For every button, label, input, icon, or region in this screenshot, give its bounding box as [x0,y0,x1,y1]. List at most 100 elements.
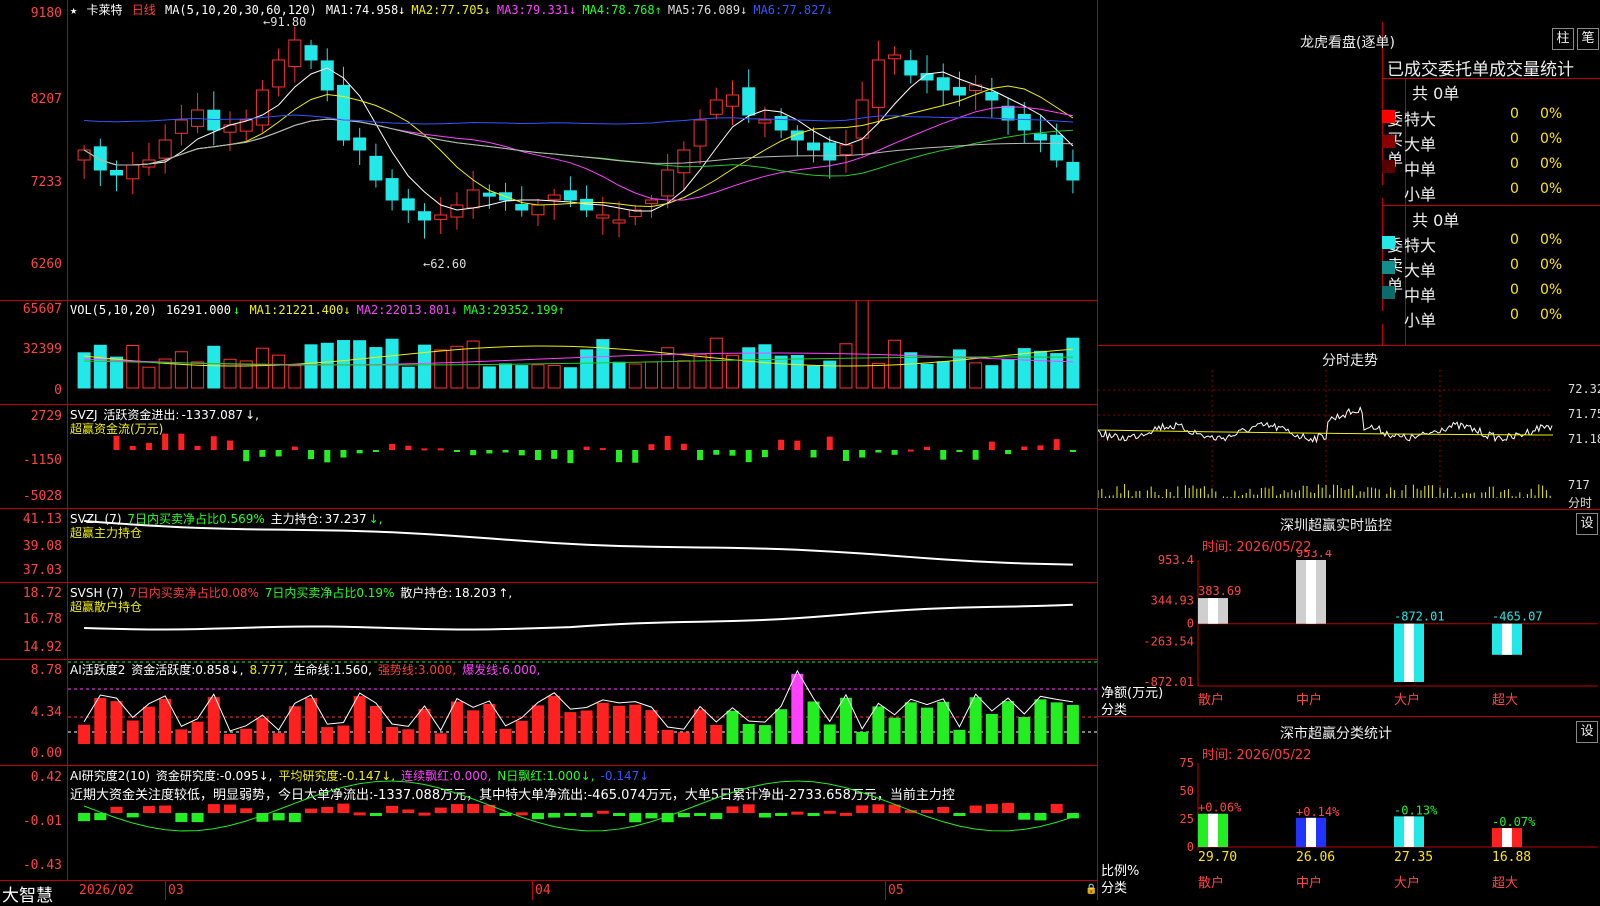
classify-category: 超大 [1492,876,1518,891]
volume-bar [628,363,642,389]
kline-chart[interactable]: ←91.80 ←62.60 [68,0,1097,300]
monitor-y-label: 953.4 [1158,553,1194,567]
volume-bar [304,344,318,389]
order-type: 小单 [1404,185,1437,204]
y-axis-label: -0.43 [22,858,62,873]
research-bar [483,804,496,813]
classify-chart[interactable]: 75 50 25 0 +0.06% 29.70 散户 +0.14% 26.06 中户 -0.13% 2… [1098,755,1600,900]
flow-bar [988,441,995,450]
y-axis-label: 41.13 [22,512,62,527]
candle-body [450,204,464,218]
activity-bar [418,708,431,744]
flow-bar [1037,445,1044,450]
classify-settings-button[interactable]: 设 [1576,721,1598,743]
ai2-chart[interactable] [68,766,1097,880]
activity-bar [369,706,382,744]
y-axis-label: -5028 [22,489,62,504]
color-swatch [1382,160,1395,173]
ma2-line [83,85,1074,208]
research-bar [807,813,820,816]
order-row: 大单 0 0% [1380,256,1600,280]
volume-bar [499,363,513,389]
bar-view-button[interactable]: 柱 [1552,28,1574,50]
brand-logo[interactable]: 大智慧 [2,881,53,906]
flow-bar [713,450,720,455]
candle-body [758,119,772,124]
research-bar [1018,813,1031,820]
lock-icon[interactable]: 🔒 [1085,884,1097,895]
activity-bar [856,731,869,744]
order-row: 小单 0 0% [1380,306,1600,330]
classify-title: 深市超赢分类统计 [1280,726,1392,742]
pen-view-button[interactable]: 笔 [1577,28,1599,50]
monitor-settings-button[interactable]: 设 [1576,513,1598,535]
candle-body [612,219,626,224]
candle-body [207,109,221,131]
research-bar [645,813,658,819]
monitor-category: 大户 [1394,692,1420,708]
volume-bar [596,339,610,389]
activity-bar [288,706,301,744]
order-count: 0 [1510,131,1519,147]
activity-bar [467,710,480,744]
y-axis-label: 0.42 [30,770,62,785]
candle-body [385,178,399,201]
y-axis-label: 37.03 [22,563,62,578]
flow-bar [616,450,623,463]
flow-bar [599,448,606,451]
flow-bar [518,450,525,456]
research-bar [710,813,723,820]
volume-bar [1066,337,1080,389]
monitor-y-label: 0 [1187,617,1194,631]
research-bar [402,809,415,813]
order-row: 特大 0 0% [1380,231,1600,255]
classify-bar-highlight [1306,817,1316,847]
svzj-chart[interactable] [68,405,1097,508]
research-bar [1050,803,1063,813]
volume-bar [644,361,658,389]
research-bar [337,803,350,813]
activity-bar [937,701,950,744]
candle-body [774,115,788,131]
candle-body [985,91,999,101]
flow-bar [745,450,752,463]
candle-body [288,39,302,68]
intraday-title: 分时走势 [1322,353,1378,369]
ai1-chart[interactable] [68,660,1097,765]
xaxis-label-apr: 04 [535,883,551,898]
activity-bar [694,709,707,744]
research-bar [548,813,561,818]
svzl-chart[interactable] [68,509,1097,582]
activity-bar [888,717,901,744]
volume-bar [904,352,918,389]
candle-body [563,190,577,201]
flow-bar [664,435,671,450]
candle-body [661,169,675,197]
volume-bar [515,365,529,389]
monitor-chart[interactable]: 953.4 344.93 0 -263.54 -872.01 383.69 散户 953.4 中… [1098,550,1600,716]
activity-bar [256,718,269,744]
color-swatch [1382,185,1395,198]
candle-body [482,192,496,197]
research-bar [791,811,804,815]
intraday-chart[interactable] [1098,370,1568,510]
activity-bar [483,703,496,744]
volume-chart[interactable] [68,301,1097,404]
volume-bar [855,301,869,389]
volume-bar [709,337,723,389]
candle-body [401,198,415,211]
research-bar [775,813,788,816]
svsh-chart[interactable] [68,583,1097,659]
activity-bar [758,725,771,744]
flow-bar [924,446,931,450]
activity-bar [775,709,788,744]
activity-bar [78,724,91,744]
y-axis-label: 2729 [30,409,62,424]
order-pct: 0% [1540,156,1563,172]
candle-body [466,189,480,209]
flow-bar [291,446,298,450]
research-bar [515,812,528,816]
flow-bar [113,435,120,450]
xaxis-label-mar: 03 [168,883,184,898]
research-bar [191,813,204,823]
